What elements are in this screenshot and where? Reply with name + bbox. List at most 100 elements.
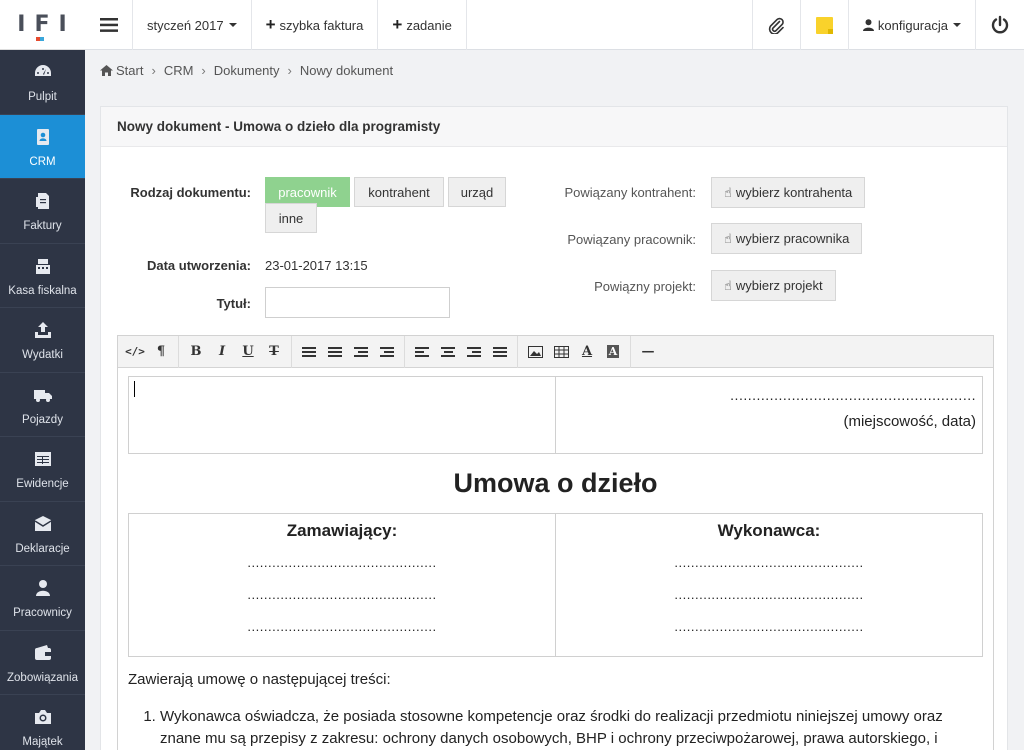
- caret-cell[interactable]: [128, 376, 556, 454]
- party-left-title: Zamawiający:: [286, 521, 398, 540]
- topbar-spacer: [467, 0, 753, 49]
- breadcrumb-crm[interactable]: CRM: [164, 63, 194, 78]
- background-color-icon[interactable]: A: [600, 339, 626, 365]
- place-date-cell: ........................................…: [555, 376, 983, 454]
- bullet-list-icon[interactable]: [296, 339, 322, 365]
- hand-pointer-icon: ☝: [724, 277, 732, 293]
- sidebar-item-ewidencje[interactable]: Ewidencje: [0, 437, 85, 502]
- table-icon[interactable]: [548, 339, 574, 365]
- period-label: styczeń 2017: [147, 17, 224, 33]
- sidebar-item-pulpit[interactable]: Pulpit: [0, 50, 85, 115]
- linked-contractor-label: Powiązany kontrahent:: [564, 185, 696, 200]
- sidebar-item-crm[interactable]: CRM: [0, 114, 85, 179]
- select-project-label: wybierz projekt: [735, 278, 823, 293]
- sidebar-item-pojazdy[interactable]: Pojazdy: [0, 373, 85, 437]
- sidebar-item-label: Pracownicy: [13, 607, 72, 620]
- toolbar-group-hr: —: [631, 336, 665, 368]
- logo-label: IFI: [17, 12, 76, 37]
- sidebar-item-pracownicy[interactable]: Pracownicy: [0, 566, 85, 631]
- outdent-icon[interactable]: [348, 339, 374, 365]
- bold-icon[interactable]: B: [183, 339, 209, 365]
- numbered-list-icon[interactable]: [322, 339, 348, 365]
- place-date-caption: (miejscowość, data): [843, 413, 976, 430]
- app-logo[interactable]: IFI: [0, 0, 85, 50]
- editor-content[interactable]: ........................................…: [128, 376, 983, 750]
- party-right-dots: ........................................…: [674, 619, 864, 634]
- align-justify-icon[interactable]: [487, 339, 513, 365]
- select-contractor-button[interactable]: ☝ wybierz kontrahenta: [711, 177, 866, 208]
- quick-invoice-button[interactable]: + szybka faktura: [252, 0, 379, 50]
- wallet-icon: [31, 641, 55, 665]
- select-employee-button[interactable]: ☝ wybierz pracownika: [711, 223, 863, 254]
- logo-text: IFI: [9, 12, 76, 41]
- select-project-button[interactable]: ☝ wybierz projekt: [711, 270, 836, 301]
- created-label: Data utworzenia:: [146, 258, 251, 273]
- party-left-dots: ........................................…: [247, 619, 437, 634]
- doc-type-inne[interactable]: inne: [265, 203, 317, 233]
- party-right-title: Wykonawca:: [717, 521, 821, 540]
- sidebar: IFI Pulpit CRM Faktury Kasa fiskalna Wydatki…: [0, 0, 85, 750]
- breadcrumb-documents[interactable]: Dokumenty: [214, 63, 280, 78]
- italic-icon[interactable]: I: [209, 339, 235, 365]
- user-icon: [31, 576, 55, 600]
- party-right-dots: ........................................…: [674, 587, 864, 602]
- caret-down-icon: [953, 23, 961, 27]
- sidebar-item-majatek[interactable]: Majątek: [0, 695, 85, 750]
- sidebar-item-label: Kasa fiskalna: [8, 284, 77, 297]
- user-icon: [862, 19, 874, 31]
- breadcrumb-current: Nowy dokument: [299, 62, 394, 78]
- horizontal-rule-icon[interactable]: —: [635, 339, 661, 365]
- paragraph-icon[interactable]: ¶: [148, 339, 174, 365]
- camera-icon: [31, 705, 55, 729]
- sidebar-item-label: CRM: [29, 155, 56, 168]
- image-icon[interactable]: [522, 339, 548, 365]
- code-view-icon[interactable]: </>: [122, 339, 148, 365]
- document-panel: Nowy dokument - Umowa o dzieło dla progr…: [100, 106, 1008, 750]
- strikethrough-icon[interactable]: T: [261, 339, 287, 365]
- plus-icon: +: [392, 15, 403, 34]
- config-dropdown[interactable]: konfiguracja: [849, 0, 976, 50]
- notes-button[interactable]: [801, 0, 849, 50]
- sidebar-item-label: Pulpit: [28, 91, 57, 104]
- breadcrumb-separator: ›: [201, 62, 206, 78]
- doc-type-kontrahent[interactable]: kontrahent: [354, 177, 444, 207]
- sidebar-nav: Pulpit CRM Faktury Kasa fiskalna Wydatki Poja…: [0, 50, 85, 750]
- period-dropdown[interactable]: styczeń 2017: [133, 0, 252, 50]
- party-right-cell: Wykonawca: .............................…: [555, 513, 983, 657]
- select-employee-label: wybierz pracownika: [735, 231, 850, 246]
- menu-toggle-button[interactable]: [85, 0, 133, 50]
- logout-button[interactable]: [976, 0, 1024, 50]
- sidebar-item-label: Wydatki: [22, 349, 63, 362]
- linked-employee-label: Powiązany pracownik:: [567, 232, 696, 247]
- parties-table: Zamawiający: ...........................…: [128, 513, 983, 657]
- title-label: Tytuł:: [216, 296, 251, 311]
- place-date-dots: ........................................…: [730, 387, 976, 403]
- hamburger-icon: [99, 18, 118, 32]
- sidebar-item-wydatki[interactable]: Wydatki: [0, 308, 85, 373]
- indent-icon[interactable]: [374, 339, 400, 365]
- sidebar-item-kasa-fiskalna[interactable]: Kasa fiskalna: [0, 244, 85, 308]
- attachments-button[interactable]: [753, 0, 801, 50]
- rich-text-editor[interactable]: </> ¶ B I U T A A — ....................…: [117, 335, 994, 750]
- party-left-cell: Zamawiający: ...........................…: [128, 513, 556, 657]
- toolbar-group-source: </> ¶: [118, 335, 179, 368]
- home-icon: [100, 64, 113, 76]
- underline-icon[interactable]: U: [235, 339, 261, 365]
- sidebar-item-zobowiazania[interactable]: Zobowiązania: [0, 631, 85, 695]
- align-center-icon[interactable]: [435, 339, 461, 365]
- breadcrumb-start[interactable]: Start: [116, 63, 143, 78]
- title-input[interactable]: [265, 287, 450, 318]
- add-task-button[interactable]: + zadanie: [378, 0, 467, 50]
- top-bar: styczeń 2017 + szybka faktura + zadanie ko…: [85, 0, 1024, 50]
- breadcrumb: Start › CRM › Dokumenty › Nowy dokument: [100, 60, 393, 80]
- font-color-icon[interactable]: A: [574, 339, 600, 365]
- sidebar-item-faktury[interactable]: Faktury: [0, 179, 85, 244]
- hand-pointer-icon: ☝: [724, 184, 732, 200]
- power-icon: [991, 15, 1009, 34]
- sidebar-item-deklaracje[interactable]: Deklaracje: [0, 502, 85, 566]
- party-left-dots: ........................................…: [247, 587, 437, 602]
- align-right-icon[interactable]: [461, 339, 487, 365]
- align-left-icon[interactable]: [409, 339, 435, 365]
- toolbar-group-format: B I U T: [179, 335, 292, 368]
- doc-type-label: Rodzaj dokumentu:: [130, 185, 251, 200]
